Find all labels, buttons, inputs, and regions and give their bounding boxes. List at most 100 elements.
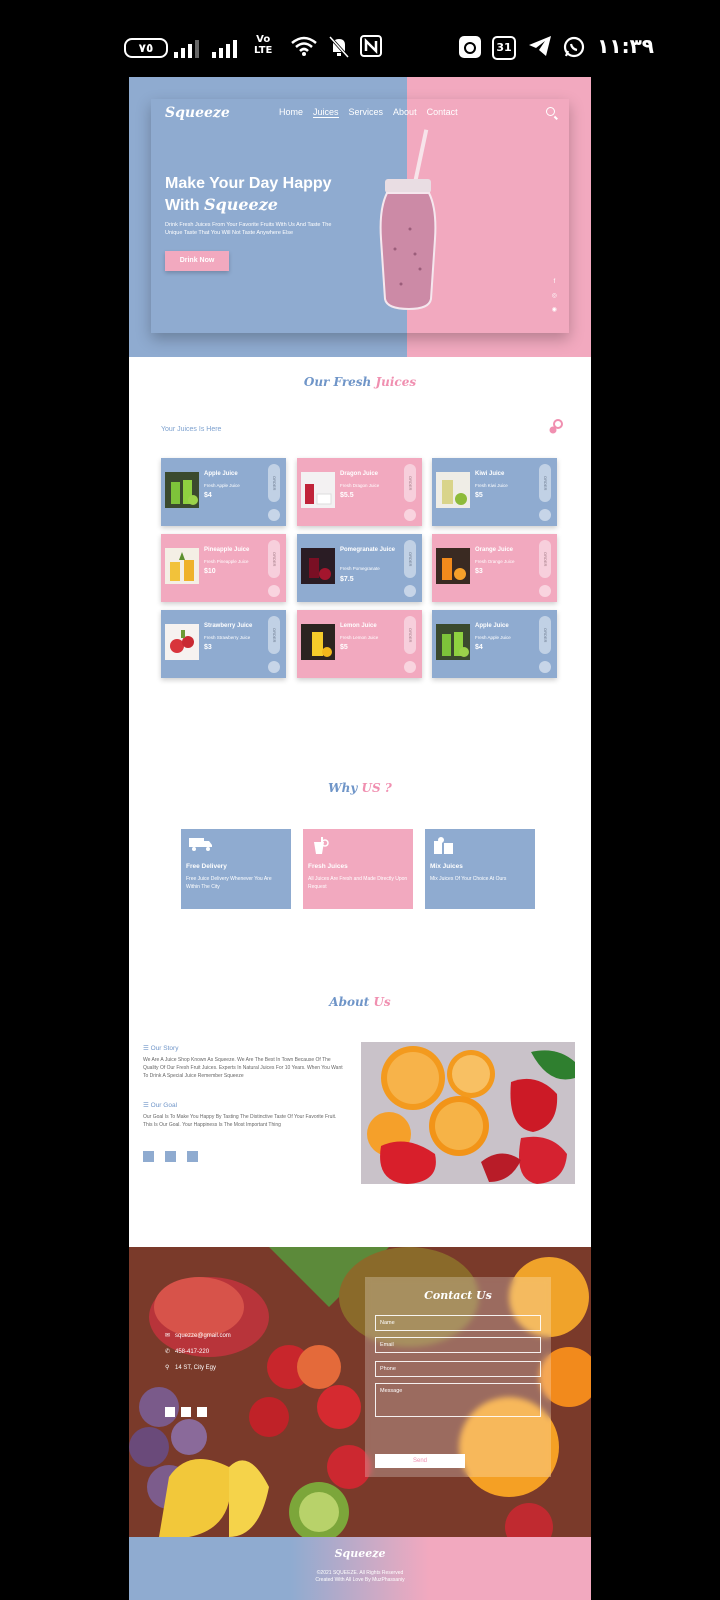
status-bar: ٧٥ Vo LTE 31 ١١:٣٩ [0,0,720,76]
calendar-icon: 31 [492,36,516,60]
email-field[interactable]: Email [375,1337,541,1353]
cart-icon[interactable] [548,419,564,435]
message-field[interactable]: Message [375,1383,541,1417]
why-card: Mix Juices Mix Juices Of Your Choice At … [425,829,535,909]
facebook-icon[interactable] [143,1151,154,1162]
nav-services[interactable]: Services [349,107,384,118]
location-icon: ⚲ [165,1365,170,1371]
search-icon[interactable] [546,107,555,116]
pomegranate-juice-image [301,548,335,584]
our-goal-text: Our Goal Is To Make You Happy By Tasting… [143,1114,337,1128]
instagram-icon[interactable] [165,1151,176,1162]
website-page: Squeeze Home Juices Services About Conta… [129,77,591,1600]
juice-card[interactable]: Pineapple Juice Fresh Pineapple Juice $1… [161,534,286,602]
footer: Squeeze ©2021 SQUEEZE. All Rights Reserv… [129,1537,591,1600]
why-card: Fresh Juices All Juices Are Fresh and Ma… [303,829,413,909]
instagram-icon[interactable]: ◎ [552,292,557,299]
cart-add-icon[interactable] [268,509,280,521]
dragon-juice-image [301,472,335,508]
our-story-text: We Are A Juice Shop Known As Squeeze. We… [143,1057,343,1079]
facebook-icon[interactable]: f [552,279,557,285]
order-button[interactable]: ORDER [539,616,551,654]
cart-add-icon[interactable] [404,509,416,521]
orange-juice-image [436,548,470,584]
our-story-heading: ☰ Our Story [143,1045,179,1052]
about-section-title: About Us [329,995,391,1009]
phone-icon: ✆ [165,1349,171,1355]
juice-card[interactable]: Lemon Juice Fresh Lemon Juice $5 ORDER [297,610,422,678]
mix-juices-icon [433,837,455,858]
mute-bell-icon [328,35,350,65]
cart-add-icon[interactable] [539,509,551,521]
strawberry-juice-image [165,624,199,660]
wifi-icon [290,35,318,63]
nav-home[interactable]: Home [279,107,303,118]
nav-about[interactable]: About [393,107,417,118]
app-notification-icon [458,35,482,65]
hero-title: Make Your Day Happy With Squeeze [165,175,332,214]
contact-email: ✉ squezze@gmail.com [165,1333,231,1339]
pinterest-icon[interactable] [197,1407,207,1417]
kiwi-juice-image [436,472,470,508]
cart-add-icon[interactable] [539,585,551,597]
juice-card[interactable]: Dragon Juice Fresh Dragon Juice $5.5 ORD… [297,458,422,526]
instagram-icon[interactable] [181,1407,191,1417]
contact-address: ⚲ 14 ST, City Egy [165,1365,217,1371]
order-button[interactable]: ORDER [539,464,551,502]
nav-juices[interactable]: Juices [313,107,339,118]
pineapple-juice-image [165,548,199,584]
order-button[interactable]: ORDER [268,616,280,654]
hero-card: Squeeze Home Juices Services About Conta… [151,99,569,333]
telegram-icon [528,35,552,63]
juices-subtitle: Your Juices Is Here [161,426,222,433]
phone-field[interactable]: Phone [375,1361,541,1377]
juice-card[interactable]: Apple Juice Fresh Apple Juice $4 ORDER [432,610,557,678]
order-button[interactable]: ORDER [268,540,280,578]
footer-logo: Squeeze [334,1547,386,1560]
delivery-truck-icon [189,837,213,854]
mail-icon: ✉ [165,1333,171,1339]
volte-icon: Vo LTE [254,34,273,56]
why-card: Free Delivery Free Juice Delivery Whenev… [181,829,291,909]
order-button[interactable]: ORDER [404,464,416,502]
cart-add-icon[interactable] [404,585,416,597]
screen: ٧٥ Vo LTE 31 ١١:٣٩ Squeeze Home Juices S… [0,0,720,1600]
send-button[interactable]: Send [375,1454,465,1468]
lemon-juice-image [301,624,335,660]
site-logo[interactable]: Squeeze [165,105,230,121]
juice-card[interactable]: Strawberry Juice Fresh Strawberry Juice … [161,610,286,678]
order-button[interactable]: ORDER [539,540,551,578]
juice-card[interactable]: Apple Juice Fresh Apple Juice $4 ORDER [161,458,286,526]
fresh-juice-icon [311,837,329,858]
our-goal-heading: ☰ Our Goal [143,1102,178,1109]
juice-card[interactable]: Orange Juice Fresh Orange Juice $3 ORDER [432,534,557,602]
nfc-icon [360,35,382,63]
contact-form-title: Contact Us [424,1289,492,1302]
hero-social-links: f ◎ ◉ [552,279,557,313]
order-button[interactable]: ORDER [404,616,416,654]
juice-card[interactable]: Pomegranate Juice Fresh Pomegranate $7.5… [297,534,422,602]
cart-add-icon[interactable] [404,661,416,673]
juices-section-title: Our Fresh Juices [303,375,417,389]
contact-phone: ✆ 458-417-220 [165,1349,210,1355]
juice-card[interactable]: Kiwi Juice Fresh Kiwi Juice $5 ORDER [432,458,557,526]
cart-add-icon[interactable] [268,585,280,597]
fruit-photo [361,1042,575,1184]
pinterest-icon[interactable]: ◉ [552,306,557,313]
cart-add-icon[interactable] [539,661,551,673]
pinterest-icon[interactable] [187,1151,198,1162]
signal-icon [212,38,237,58]
nav-contact[interactable]: Contact [427,107,458,118]
facebook-icon[interactable] [165,1407,175,1417]
order-button[interactable]: ORDER [268,464,280,502]
apple-juice-image [436,624,470,660]
main-nav: Home Juices Services About Contact [279,107,458,118]
cart-add-icon[interactable] [268,661,280,673]
clock: ١١:٣٩ [597,34,654,58]
footer-copyright: ©2021 SQUEEZE. All Rights Reserved Creat… [315,1570,405,1583]
contact-form: Contact Us Name Email Phone Message Send [365,1277,551,1477]
drink-now-button[interactable]: Drink Now [165,251,229,271]
name-field[interactable]: Name [375,1315,541,1331]
battery-indicator: ٧٥ [124,38,168,58]
order-button[interactable]: ORDER [404,540,416,578]
